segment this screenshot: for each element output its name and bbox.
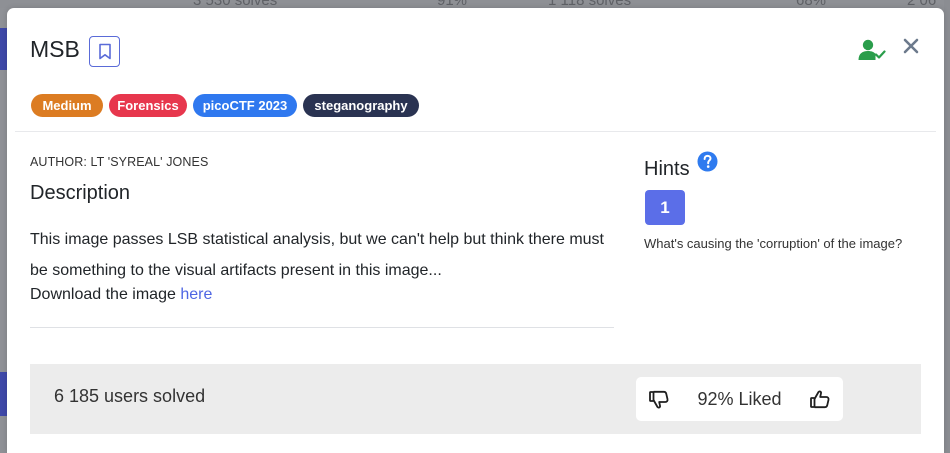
user-check-icon bbox=[858, 39, 886, 60]
background-solves-count: 3 530 solves bbox=[193, 0, 277, 8]
hint-button-1[interactable]: 1 bbox=[645, 190, 685, 225]
download-link[interactable]: here bbox=[180, 286, 212, 303]
close-icon bbox=[903, 38, 919, 54]
challenge-modal: MSB Medium Forensics picoCTF 2023 stegan… bbox=[7, 8, 944, 453]
challenge-footer: 6 185 users solved 92% Liked bbox=[30, 364, 921, 434]
description-divider bbox=[30, 327, 614, 328]
category-tag[interactable]: Forensics bbox=[109, 94, 187, 117]
challenge-author: AUTHOR: LT 'SYREAL' JONES bbox=[30, 155, 209, 169]
question-circle-icon[interactable] bbox=[697, 151, 718, 172]
close-button[interactable] bbox=[900, 35, 922, 57]
bookmark-button[interactable] bbox=[89, 36, 120, 67]
background-card-accent bbox=[0, 372, 7, 416]
download-label: Download the image bbox=[30, 286, 176, 303]
background-challenge-row: 3 530 solves 91% 1 118 solves 68% 2 06 bbox=[0, 0, 950, 8]
thumbs-up-icon[interactable] bbox=[810, 390, 830, 409]
background-liked-percent: 68% bbox=[796, 0, 826, 8]
background-solves-count: 1 118 solves bbox=[548, 0, 631, 8]
difficulty-tag[interactable]: Medium bbox=[31, 94, 103, 117]
topic-tag[interactable]: steganography bbox=[303, 94, 419, 117]
hints-heading: Hints bbox=[644, 158, 690, 180]
event-tag[interactable]: picoCTF 2023 bbox=[193, 94, 297, 117]
download-line: Download the image here bbox=[30, 286, 212, 304]
background-scroll-area bbox=[944, 0, 950, 453]
solved-count: 6 185 users solved bbox=[54, 386, 206, 406]
challenge-title: MSB bbox=[30, 36, 80, 62]
header-divider bbox=[15, 131, 936, 132]
background-card-accent bbox=[0, 28, 7, 70]
rating-box: 92% Liked bbox=[636, 377, 843, 421]
description-text: This image passes LSB statistical analys… bbox=[30, 231, 604, 279]
description-heading: Description bbox=[30, 182, 131, 204]
background-liked-percent: 91% bbox=[437, 0, 467, 8]
hint-text: What's causing the 'corruption' of the i… bbox=[644, 236, 903, 251]
bookmark-icon bbox=[98, 43, 111, 60]
background-solves-count: 2 06 bbox=[907, 0, 936, 8]
